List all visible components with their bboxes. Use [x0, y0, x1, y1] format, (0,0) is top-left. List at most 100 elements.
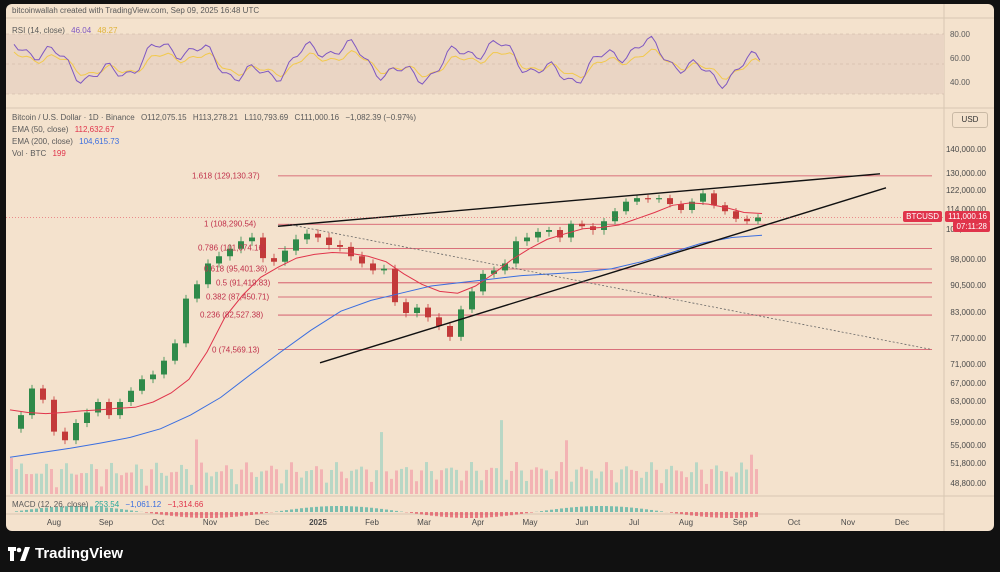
macd-bar: [340, 506, 343, 512]
volume-bar: [255, 476, 258, 494]
volume-bar: [600, 471, 603, 494]
volume-bar: [380, 432, 383, 494]
candle-body: [183, 298, 189, 344]
rsi-label: RSI (14, close): [12, 26, 65, 35]
macd-bar: [740, 512, 743, 518]
fib-level-label: 0.618 (95,401.36): [204, 264, 268, 274]
candle-body: [359, 256, 365, 264]
volume-bar: [565, 440, 568, 494]
macd-bar: [165, 512, 168, 516]
candle-body: [612, 211, 618, 222]
macd-bar: [595, 506, 598, 512]
volume-bar: [120, 475, 123, 494]
y-tick-label: 55,000.00: [950, 441, 986, 450]
candle-body: [744, 218, 750, 222]
vol-legend: Vol · BTC 199: [12, 149, 70, 158]
candle-body: [392, 268, 398, 303]
volume-bar: [315, 466, 318, 494]
volume-bar: [155, 462, 158, 494]
macd-bar: [380, 508, 383, 512]
volume-bar: [310, 470, 313, 494]
volume-bar: [105, 469, 108, 494]
y-tick-label: 83,000.00: [950, 308, 986, 317]
macd-bar: [25, 509, 28, 512]
volume-bar: [145, 485, 148, 494]
candle-body: [425, 307, 431, 318]
volume-bar: [150, 469, 153, 494]
volume-bar: [165, 475, 168, 494]
macd-bar: [410, 512, 413, 514]
macd-legend: MACD (12, 26, close) 253.54 −1,061.12 −1…: [12, 500, 207, 509]
macd-bar: [300, 508, 303, 512]
volume-bar: [225, 465, 228, 494]
macd-bar: [490, 512, 493, 518]
macd-bar: [175, 512, 178, 517]
volume-bar: [665, 469, 668, 494]
volume-bar: [730, 476, 733, 494]
macd-bar: [230, 512, 233, 518]
candle-body: [172, 343, 178, 361]
fib-level-label: 0.5 (91,419.83): [216, 278, 271, 288]
macd-bar: [650, 509, 653, 512]
volume-bar: [250, 472, 253, 494]
volume-bar: [90, 464, 93, 494]
volume-bar: [750, 454, 753, 494]
macd-bar: [565, 507, 568, 512]
macd-bar: [170, 512, 173, 516]
volume-bar: [185, 469, 188, 494]
candle-body: [139, 379, 145, 391]
macd-bar: [530, 512, 533, 513]
volume-bar: [660, 483, 663, 494]
macd-bar: [755, 512, 758, 517]
macd-bar: [145, 512, 148, 513]
volume-bar: [20, 463, 23, 494]
y-tick-label: 67,000.00: [950, 379, 986, 388]
x-tick-label: Oct: [151, 518, 165, 527]
candle-body: [667, 198, 673, 205]
macd-bar: [190, 512, 193, 518]
volume-bar: [420, 470, 423, 494]
volume-bar: [60, 469, 63, 494]
macd-bar: [260, 512, 263, 514]
volume-bar: [55, 487, 58, 494]
macd-bar: [620, 506, 623, 512]
candle-body: [95, 402, 101, 413]
macd-bar: [395, 510, 398, 512]
macd-bar: [155, 512, 158, 514]
macd-bar: [525, 512, 528, 514]
macd-bar: [745, 512, 748, 518]
volume-bar: [585, 469, 588, 494]
vol-label: Vol · BTC: [12, 149, 47, 158]
macd-bar: [180, 512, 183, 517]
y-tick-label: 130,000.00: [945, 169, 986, 178]
volume-bar: [495, 468, 498, 494]
volume-bar: [395, 470, 398, 494]
volume-bar: [715, 465, 718, 494]
price-tag-wrap: 111,000.16: [945, 210, 990, 222]
rsi-level-80: 80.00: [949, 30, 970, 39]
macd-bar: [655, 510, 658, 512]
credit-line: bitcoinwallah created with TradingView.c…: [12, 6, 263, 15]
volume-bar: [375, 470, 378, 494]
macd-bar: [555, 509, 558, 512]
candle-body: [150, 374, 156, 380]
ema200-label: EMA (200, close): [12, 137, 73, 146]
currency-selector[interactable]: USD: [952, 112, 988, 128]
macd-bar: [725, 512, 728, 518]
rsi-ma-value: 48.27: [97, 26, 118, 35]
volume-bar: [170, 472, 173, 494]
macd-bar: [430, 512, 433, 516]
volume-bar: [15, 469, 18, 494]
tradingview-logo: TradingView: [8, 545, 123, 562]
x-tick-label: Jul: [628, 518, 640, 527]
y-tick-label: 71,000.00: [950, 360, 986, 369]
candle-body: [249, 237, 255, 242]
volume-bar: [285, 469, 288, 494]
candle-body: [469, 291, 475, 310]
macd-bar: [440, 512, 443, 517]
volume-bar: [65, 463, 68, 494]
macd-bar: [435, 512, 438, 517]
volume-bar: [725, 471, 728, 494]
candle-body: [535, 231, 541, 238]
candle-body: [51, 399, 57, 432]
